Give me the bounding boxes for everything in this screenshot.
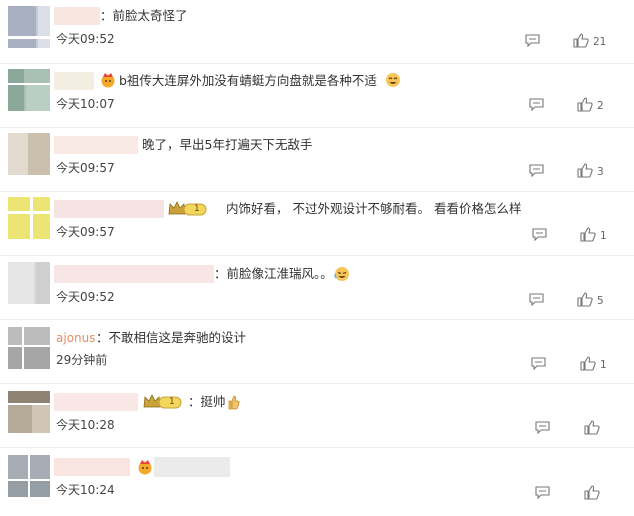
avatar[interactable] [8, 6, 50, 48]
crying-laughing-emoji-icon [334, 267, 349, 281]
reply-icon[interactable] [529, 98, 544, 111]
comment-item-4: 1 内饰好看， 不过外观设计不够耐看。 看看价格怎么样 今天09:57 1 [0, 192, 634, 256]
like-count: 21 [593, 36, 607, 48]
like-count: 5 [597, 295, 604, 307]
thumbs-up-icon[interactable] [577, 97, 593, 112]
avatar[interactable] [8, 391, 50, 433]
comment-time: 29分钟前 [56, 353, 108, 367]
comment-time: 今天10:07 [56, 97, 115, 111]
avatar[interactable] [8, 262, 50, 304]
comment-item-7: 1 ：挺帅 今天10:28 [0, 384, 634, 448]
comment-text: 内饰好看， 不过外观设计不够耐看。 看看价格怎么样 [226, 201, 522, 216]
reply-icon[interactable] [531, 357, 546, 370]
comment-time: 今天09:57 [56, 161, 115, 175]
thumbs-up-emoji-icon [228, 395, 240, 410]
comment-time: 今天09:52 [56, 290, 115, 304]
thumbs-up-icon[interactable] [573, 33, 589, 48]
user-name-blurred[interactable] [54, 7, 100, 25]
thumbs-up-icon[interactable] [580, 227, 596, 242]
like-count: 1 [600, 359, 607, 371]
avatar[interactable] [8, 455, 50, 497]
reply-icon[interactable] [535, 421, 550, 434]
reply-icon[interactable] [529, 293, 544, 306]
reply-icon[interactable] [529, 164, 544, 177]
avatar[interactable] [8, 327, 50, 369]
level-badge-number: 1 [194, 204, 200, 214]
reply-icon[interactable] [535, 486, 550, 499]
comment-text: ：前脸像江淮瑞风。。 [214, 266, 333, 281]
user-name-blurred[interactable] [54, 458, 130, 476]
comment-content-blurred [154, 457, 230, 477]
avatar[interactable] [8, 197, 50, 239]
thumbs-up-icon[interactable] [577, 292, 593, 307]
crown-face-emoji-icon [138, 460, 152, 475]
crown-face-emoji-icon [101, 73, 115, 88]
level-badge-number: 1 [169, 397, 175, 407]
like-count: 2 [597, 100, 604, 112]
comment-item-2: b祖传大连屏外加没有蜻蜓方向盘就是各种不适 今天10:07 2 [0, 64, 634, 128]
avatar[interactable] [8, 69, 50, 111]
crown-level-badge-icon [168, 201, 207, 216]
user-name-blurred[interactable] [54, 136, 138, 154]
thumbs-up-icon[interactable] [577, 163, 593, 178]
comment-text: ：前脸太奇怪了 [100, 8, 188, 23]
like-count: 3 [597, 166, 604, 178]
comment-time: 今天09:52 [56, 32, 115, 46]
crown-level-badge-icon [143, 394, 182, 409]
comment-time: 今天10:24 [56, 483, 115, 497]
thumbs-up-icon[interactable] [584, 420, 600, 435]
user-name-link[interactable]: ajonus [56, 329, 96, 347]
user-name-blurred[interactable] [54, 265, 214, 283]
user-name-blurred[interactable] [54, 72, 94, 90]
thumbs-up-icon[interactable] [580, 356, 596, 371]
comment-text: ：不敢相信这是奔驰的设计 [96, 330, 247, 345]
comment-item-8: 今天10:24 [0, 448, 634, 516]
user-name-blurred[interactable] [54, 200, 164, 218]
laughing-emoji-icon [386, 73, 400, 87]
comment-text: ：挺帅 [188, 394, 226, 409]
user-name-blurred[interactable] [54, 393, 138, 411]
comment-item-3: 晚了，早出5年打遍天下无敌手 今天09:57 3 [0, 128, 634, 192]
avatar[interactable] [8, 133, 50, 175]
reply-icon[interactable] [532, 228, 547, 241]
comment-time: 今天09:57 [56, 225, 115, 239]
like-count: 1 [600, 230, 607, 242]
comment-item-1: ：前脸太奇怪了 今天09:52 21 [0, 0, 634, 64]
thumbs-up-icon[interactable] [584, 485, 600, 500]
comment-text: 晚了，早出5年打遍天下无敌手 [142, 137, 313, 152]
reply-icon[interactable] [525, 34, 540, 47]
comment-item-6: ajonus ：不敢相信这是奔驰的设计 29分钟前 1 [0, 320, 634, 384]
comment-item-5: ：前脸像江淮瑞风。。 今天09:52 5 [0, 256, 634, 320]
comment-text: b祖传大连屏外加没有蜻蜓方向盘就是各种不适 [119, 73, 377, 88]
comment-time: 今天10:28 [56, 418, 115, 432]
